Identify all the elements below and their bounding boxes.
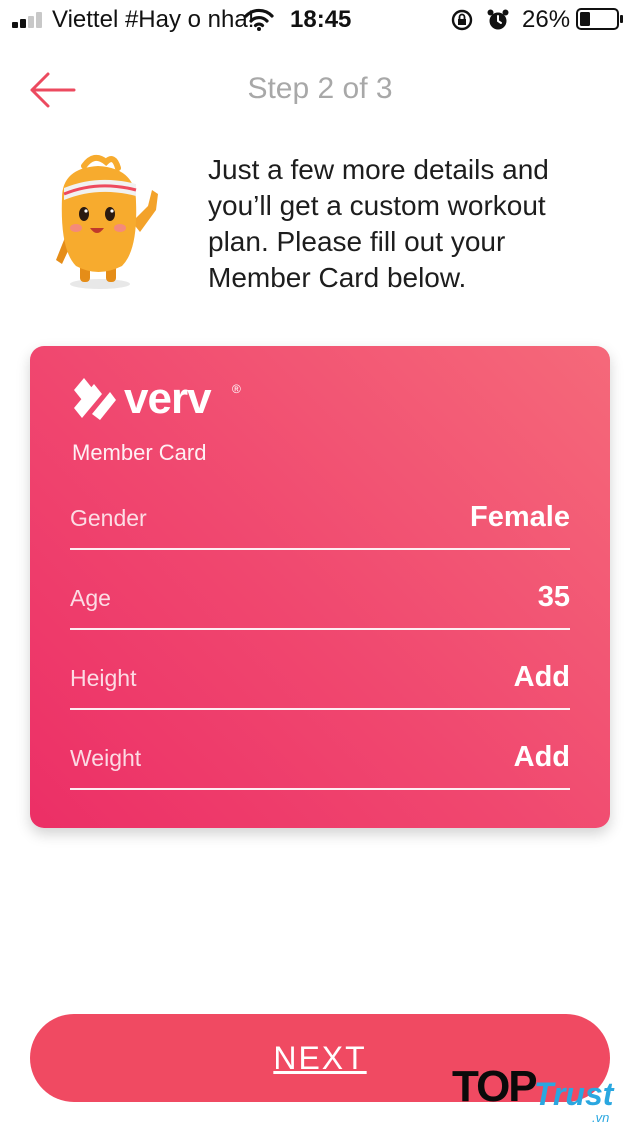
screen: Viettel #Hay o nha! 18:45 26% Step 2 of …: [0, 0, 640, 1136]
clock-time: 18:45: [290, 6, 352, 33]
next-button-label: NEXT: [273, 1039, 367, 1076]
field-value[interactable]: 35: [538, 581, 570, 614]
field-label: Gender: [70, 505, 147, 531]
intro-text: Just a few more details and you’ll get a…: [208, 154, 549, 293]
battery-icon: [576, 8, 623, 30]
step-indicator: Step 2 of 3: [247, 72, 393, 105]
brand-name: verv: [124, 374, 212, 423]
carrier-name: Viettel #Hay o nha!: [52, 6, 255, 33]
watermark-top: TOP: [452, 1062, 538, 1111]
mascot-character: [56, 154, 158, 289]
watermark-vn: .vn: [592, 1110, 610, 1125]
verv-logo-mark: [74, 378, 116, 420]
field-label: Age: [70, 585, 111, 611]
watermark-trust: Trust: [534, 1076, 614, 1112]
battery-percent: 26%: [522, 6, 571, 33]
field-row-gender[interactable]: Gender Female: [70, 488, 570, 550]
field-label: Height: [70, 665, 137, 691]
field-row-age[interactable]: Age 35: [70, 568, 570, 630]
field-label: Weight: [70, 745, 142, 771]
member-card: verv ® Member Card Gender Female Age 35 …: [30, 346, 610, 828]
rotation-lock-icon: [451, 9, 473, 31]
status-bar: Viettel #Hay o nha! 18:45 26%: [0, 0, 640, 40]
signal-icon: [12, 12, 46, 28]
toptrust-watermark: TOP Trust .vn: [452, 1058, 632, 1128]
field-value[interactable]: Add: [514, 661, 570, 694]
card-subtitle: Member Card: [72, 440, 207, 465]
alarm-icon: [487, 9, 509, 30]
verv-logo: verv ®: [70, 374, 250, 432]
field-value[interactable]: Female: [470, 501, 570, 534]
field-row-height[interactable]: Height Add: [70, 648, 570, 710]
registered-mark: ®: [232, 382, 241, 396]
wifi-icon: [244, 8, 274, 31]
field-value[interactable]: Add: [514, 741, 570, 774]
field-row-weight[interactable]: Weight Add: [70, 728, 570, 790]
